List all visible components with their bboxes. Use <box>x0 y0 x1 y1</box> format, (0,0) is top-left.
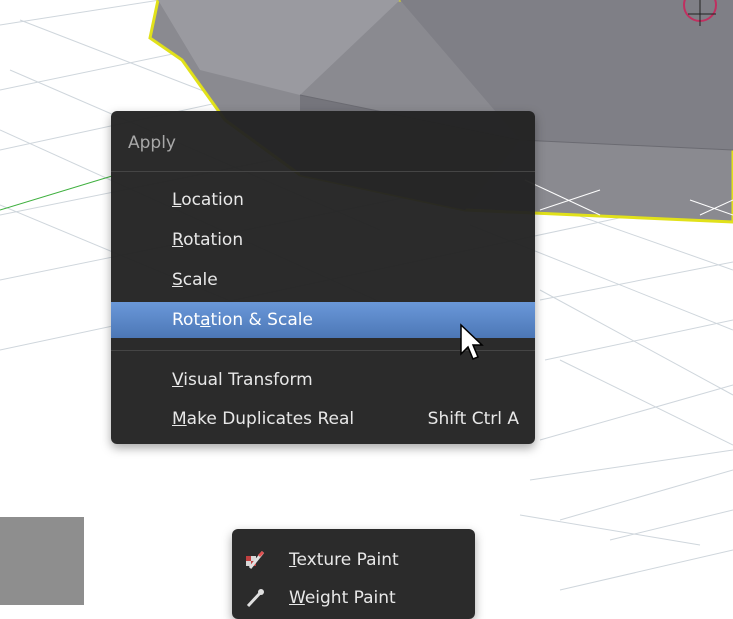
side-panel <box>0 517 84 605</box>
menu-item-visual-transform[interactable]: Visual Transform <box>111 362 535 398</box>
menu-item-label: Texture Paint <box>289 550 399 570</box>
apply-menu: Apply Location Rotation Scale Rotation &… <box>111 111 535 444</box>
shortcut-label: Shift Ctrl A <box>427 409 519 429</box>
weight-paint-icon <box>246 589 264 608</box>
menu-item-weight-paint[interactable]: Weight Paint <box>232 581 475 615</box>
menu-item-label: Weight Paint <box>289 588 396 608</box>
y-axis-line <box>0 175 113 211</box>
menu-item-make-duplicates-real[interactable]: Make Duplicates Real Shift Ctrl A <box>111 401 535 437</box>
menu-item-scale[interactable]: Scale <box>111 262 535 298</box>
menu-item-label: Make Duplicates Real <box>172 409 355 429</box>
mouse-pointer-icon <box>460 323 484 360</box>
menu-item-rotation[interactable]: Rotation <box>111 222 535 258</box>
menu-separator <box>111 171 535 172</box>
mode-menu: Texture Paint Weight Paint <box>232 529 475 619</box>
menu-item-label: Visual Transform <box>172 370 313 390</box>
menu-item-label: Scale <box>172 270 218 290</box>
menu-item-label: Rotation <box>172 230 244 250</box>
texture-paint-icon <box>246 550 265 569</box>
menu-item-texture-paint[interactable]: Texture Paint <box>232 543 475 577</box>
menu-title: Apply <box>128 133 176 153</box>
menu-item-location[interactable]: Location <box>111 182 535 218</box>
menu-item-label: Rotation & Scale <box>172 310 313 330</box>
menu-item-label: Location <box>172 190 244 210</box>
